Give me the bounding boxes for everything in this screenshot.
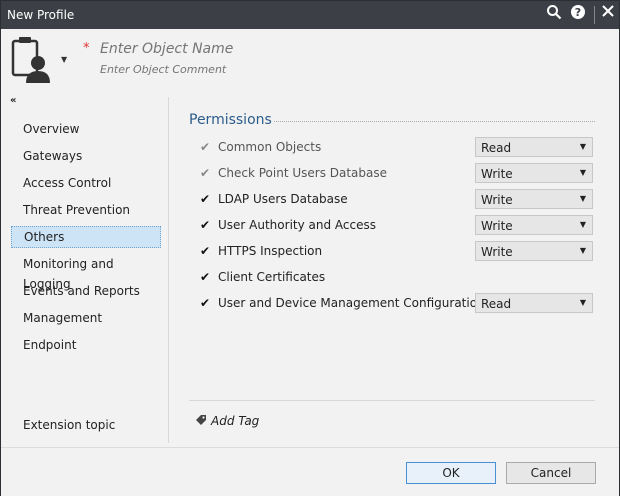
permission-checkbox-client-certificates[interactable]: ✔ (199, 271, 211, 283)
tag-divider (189, 400, 595, 401)
sidebar-item-overview[interactable]: Overview (11, 119, 161, 139)
search-icon[interactable] (544, 4, 564, 24)
chevron-down-icon: ▼ (579, 142, 586, 151)
new-profile-window: New Profile ? ▼ * « Overview Gateways (0, 0, 620, 496)
tag-icon (195, 414, 207, 426)
object-comment-input[interactable] (100, 63, 400, 76)
sidebar: « Overview Gateways Access Control Threa… (1, 93, 168, 445)
permissions-heading: Permissions (189, 112, 272, 128)
permission-label: Client Certificates (218, 270, 326, 284)
sidebar-item-threat-prevention[interactable]: Threat Prevention (11, 200, 161, 220)
permission-checkbox-check-point-users-database[interactable]: ✔ (199, 167, 211, 179)
permission-checkbox-user-authority-and-access[interactable]: ✔ (199, 219, 211, 231)
collapse-sidebar-icon[interactable]: « (10, 95, 16, 106)
permission-select-user-and-device-management-configuration[interactable]: Read ▼ (475, 293, 593, 313)
permission-label: Common Objects (218, 140, 322, 154)
permission-label: LDAP Users Database (218, 192, 348, 206)
sidebar-item-management[interactable]: Management (11, 308, 161, 328)
sidebar-item-others[interactable]: Others (11, 226, 161, 248)
required-marker: * (83, 41, 90, 56)
sidebar-item-gateways[interactable]: Gateways (11, 146, 161, 166)
sidebar-item-events-and-reports[interactable]: Events and Reports (11, 281, 161, 301)
cancel-button[interactable]: Cancel (506, 462, 596, 484)
chevron-down-icon: ▼ (579, 246, 586, 255)
select-value: Write (481, 219, 513, 233)
permission-label: User and Device Management Configuration (218, 296, 485, 310)
profile-object-icon (11, 35, 55, 85)
chevron-down-icon: ▼ (579, 194, 586, 203)
permission-checkbox-user-and-device-management-configuration[interactable]: ✔ (199, 297, 211, 309)
permissions-heading-rule (274, 121, 595, 122)
select-value: Write (481, 245, 513, 259)
add-tag-link[interactable]: Add Tag (195, 414, 259, 428)
permission-select-common-objects[interactable]: Read ▼ (475, 137, 593, 157)
sidebar-item-endpoint[interactable]: Endpoint (11, 335, 161, 355)
select-value: Read (481, 297, 512, 311)
dialog-footer: OK Cancel (1, 447, 619, 496)
sidebar-divider (168, 97, 169, 443)
permission-checkbox-https-inspection[interactable]: ✔ (199, 245, 211, 257)
sidebar-item-monitoring-and-logging[interactable]: Monitoring and Logging (11, 254, 161, 291)
permission-label: HTTPS Inspection (218, 244, 323, 258)
chevron-down-icon: ▼ (579, 168, 586, 177)
close-icon[interactable] (598, 4, 618, 24)
object-header: ▼ * (1, 29, 619, 91)
select-value: Read (481, 141, 512, 155)
permission-select-https-inspection[interactable]: Write ▼ (475, 241, 593, 261)
object-icon-dropdown-arrow[interactable]: ▼ (61, 55, 69, 64)
permission-select-check-point-users-database[interactable]: Write ▼ (475, 163, 593, 183)
permission-select-ldap-users-database[interactable]: Write ▼ (475, 189, 593, 209)
permission-label: User Authority and Access (218, 218, 376, 232)
object-name-input[interactable] (100, 41, 400, 57)
select-value: Write (481, 167, 513, 181)
titlebar-divider (594, 6, 595, 24)
title-bar: New Profile ? (1, 1, 619, 29)
permission-checkbox-common-objects[interactable]: ✔ (199, 141, 211, 153)
window-title: New Profile (7, 8, 75, 22)
svg-text:?: ? (575, 6, 581, 19)
chevron-down-icon: ▼ (579, 220, 586, 229)
permission-select-user-authority-and-access[interactable]: Write ▼ (475, 215, 593, 235)
chevron-down-icon: ▼ (579, 298, 586, 307)
select-value: Write (481, 193, 513, 207)
sidebar-item-extension-topic[interactable]: Extension topic (11, 415, 161, 435)
ok-button[interactable]: OK (406, 462, 496, 484)
help-icon[interactable]: ? (568, 4, 588, 24)
permission-checkbox-ldap-users-database[interactable]: ✔ (199, 193, 211, 205)
sidebar-item-access-control[interactable]: Access Control (11, 173, 161, 193)
permission-label: Check Point Users Database (218, 166, 388, 180)
add-tag-label: Add Tag (211, 414, 260, 428)
